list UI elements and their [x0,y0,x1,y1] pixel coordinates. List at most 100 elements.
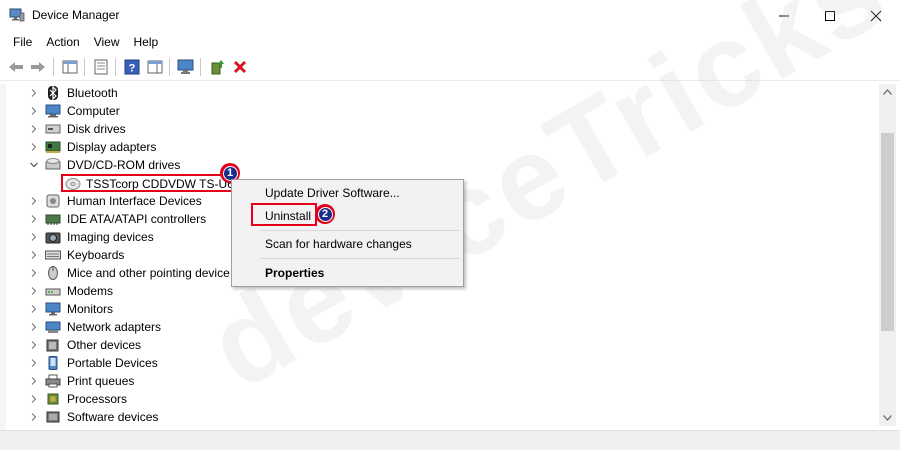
menu-help[interactable]: Help [127,32,166,52]
context-item-properties[interactable]: Properties [265,266,324,280]
properties-icon [94,59,108,75]
tree-item-label: Monitors [67,302,114,316]
tree-left-margin [0,84,6,430]
chevron-right-icon[interactable] [29,142,39,152]
tree-item[interactable]: Computer [29,102,249,120]
console-tree-button[interactable] [60,57,80,77]
hid-icon [46,194,60,208]
menu-action[interactable]: Action [39,32,86,52]
chevron-right-icon[interactable] [29,322,39,332]
scroll-up-icon[interactable] [883,89,892,95]
minimize-button[interactable] [761,0,807,32]
action-pane-button[interactable] [145,57,165,77]
help-icon: ? [124,59,140,75]
chevron-right-icon[interactable] [29,340,39,350]
uninstall-button[interactable] [230,57,250,77]
portable-device-icon [48,356,58,370]
window-title: Device Manager [32,8,120,22]
modem-icon [45,288,61,296]
tree-item[interactable]: Bluetooth [29,84,249,102]
close-button[interactable] [853,0,899,32]
action-pane-icon [147,60,163,74]
toolbar-separator [169,58,170,76]
maximize-button[interactable] [807,0,853,32]
scrollbar-thumb[interactable] [881,133,894,331]
svg-text:?: ? [129,63,136,75]
scan-hardware-button[interactable] [176,57,196,77]
chevron-right-icon[interactable] [29,358,39,368]
tree-item-label: Bluetooth [67,86,118,100]
chevron-right-icon[interactable] [29,196,39,206]
tree-item-label: Disk drives [67,122,126,136]
device-manager-icon [9,8,25,22]
menu-file[interactable]: File [6,32,39,52]
tree-item[interactable]: Modems [29,282,249,300]
chevron-right-icon[interactable] [29,394,39,404]
tree-item[interactable]: Display adapters [29,138,249,156]
chevron-right-icon[interactable] [29,412,39,422]
help-button[interactable]: ? [122,57,142,77]
tree-item[interactable]: Software devices [29,408,249,426]
chevron-right-icon[interactable] [29,268,39,278]
step-2-badge: 2 [315,204,335,224]
tree-item-label: Other devices [67,338,142,352]
tree-item[interactable]: DVD/CD-ROM drives [29,156,249,174]
chevron-right-icon[interactable] [29,304,39,314]
maximize-icon [825,11,835,21]
chevron-down-icon[interactable] [29,160,39,170]
display-adapter-icon [45,141,61,153]
tree-item-label: Modems [67,284,114,298]
chevron-right-icon[interactable] [29,376,39,386]
dvd-drive-icon [45,158,61,170]
menu-view[interactable]: View [87,32,127,52]
back-arrow-icon [9,62,23,72]
scroll-down-icon[interactable] [883,415,892,421]
tree-item-tsstcorp[interactable]: TSSTcorp CDDVDW TS-U63 [65,175,240,193]
mouse-icon [48,266,58,280]
chevron-right-icon[interactable] [29,232,39,242]
back-button[interactable] [6,57,26,77]
tree-item-label: Computer [67,104,120,118]
toolbar-separator [115,58,116,76]
ide-controller-icon [45,214,61,225]
tree-item[interactable]: Print queues [29,372,249,390]
tree-item-label: DVD/CD-ROM drives [67,158,181,172]
chevron-right-icon[interactable] [29,106,39,116]
tree-item-label: Software devices [67,410,159,424]
tree-item[interactable]: Mice and other pointing device [29,264,249,282]
tree-item[interactable]: IDE ATA/ATAPI controllers [29,210,249,228]
tree-item-label: IDE ATA/ATAPI controllers [67,212,207,226]
tree-item[interactable]: Monitors [29,300,249,318]
tree-item[interactable]: Imaging devices [29,228,249,246]
tree-item[interactable]: Network adapters [29,318,249,336]
computer-icon [45,104,61,118]
context-item-update-driver[interactable]: Update Driver Software... [265,186,400,200]
scan-hardware-icon [177,59,194,74]
chevron-right-icon[interactable] [29,124,39,134]
chevron-right-icon[interactable] [29,88,39,98]
title-bar: Device Manager [0,0,900,32]
context-item-scan-hardware[interactable]: Scan for hardware changes [265,237,412,251]
tree-item[interactable]: Keyboards [29,246,249,264]
chevron-right-icon[interactable] [29,250,39,260]
uninstall-x-icon [233,60,247,74]
status-bar [0,430,900,450]
toolbar: ? [0,53,900,81]
chevron-right-icon[interactable] [29,286,39,296]
tree-item-label: Display adapters [67,140,157,154]
tree-item[interactable]: Other devices [29,336,249,354]
tree-item[interactable]: Disk drives [29,120,249,138]
tree-item[interactable]: Human Interface Devices [29,192,249,210]
bluetooth-icon [48,86,58,100]
forward-button[interactable] [28,57,48,77]
update-driver-button[interactable] [207,57,227,77]
tree-item-label: Print queues [67,374,135,388]
disc-icon [65,178,81,190]
software-device-icon [46,411,60,423]
tree-item[interactable]: Portable Devices [29,354,249,372]
tree-item[interactable]: Processors [29,390,249,408]
tree-item-label: Keyboards [67,248,125,262]
tree-item-label: Processors [67,392,128,406]
properties-button[interactable] [91,57,111,77]
chevron-right-icon[interactable] [29,214,39,224]
